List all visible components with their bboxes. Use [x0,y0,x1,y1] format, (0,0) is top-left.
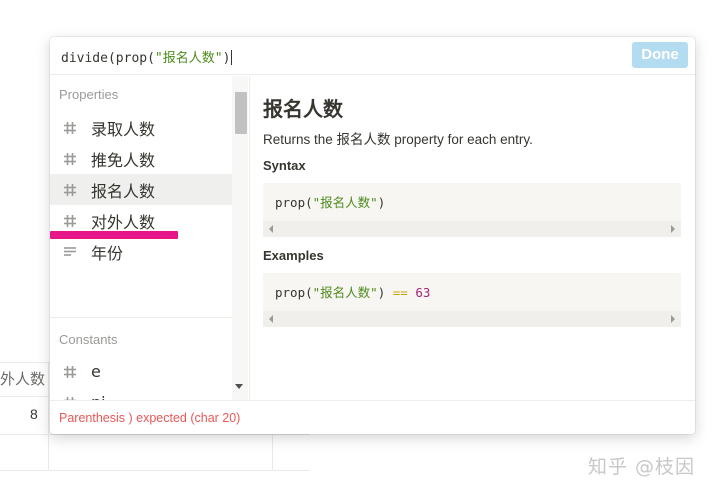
formula-suffix: ) [222,51,231,66]
properties-section-title: Properties [59,87,119,102]
formula-prefix: divide(prop( [61,51,155,66]
number-hash-icon [63,214,77,228]
code-close: ) [377,195,386,210]
formula-bar: divide(prop("报名人数") Done [50,37,695,75]
code-number: 63 [415,285,431,300]
code-fn: prop( [275,285,313,300]
constant-item[interactable]: e [50,356,232,387]
section-divider [50,317,232,318]
table-header-cell: 外人数 [0,371,46,388]
code-string: "报名人数" [312,195,378,210]
table-border-row [0,434,310,435]
number-hash-icon [63,121,77,135]
table-column-divider [48,362,49,470]
example-code: prop("报名人数") == 63 [275,282,430,301]
scroll-left-arrow-icon[interactable] [269,315,273,323]
formula-input[interactable]: divide(prop("报名人数") [61,47,233,66]
number-hash-icon [63,183,77,197]
code-string: "报名人数" [312,285,378,300]
function-list-pane[interactable]: Properties 录取人数 推免人数 报名人数 对外人数 年份 Consta… [50,76,250,400]
doc-description: Returns the 报名人数 property for each entry… [263,132,533,147]
property-item[interactable]: 录取人数 [50,112,232,143]
scroll-right-arrow-icon[interactable] [671,315,675,323]
documentation-pane: 报名人数 Returns the 报名人数 property for each … [250,76,695,400]
code-horizontal-scrollbar[interactable] [263,311,681,327]
done-button[interactable]: Done [632,42,688,68]
formula-string-arg: "报名人数" [154,51,223,66]
example-code-block: prop("报名人数") == 63 [263,273,681,327]
constant-item[interactable]: pi [50,387,232,400]
syntax-code: prop("报名人数") [275,192,385,211]
scroll-left-arrow-icon[interactable] [269,225,273,233]
formula-editor-popup: divide(prop("报名人数") Done Properties 录取人数… [50,37,695,434]
property-label: 报名人数 [91,181,156,201]
error-message: Parenthesis ) expected (char 20) [59,411,241,425]
property-item[interactable]: 年份 [50,236,232,267]
property-item[interactable]: 对外人数 [50,205,232,236]
constant-label: pi [91,393,106,400]
code-operator: == [392,285,408,300]
number-hash-icon [63,152,77,166]
property-label: 年份 [91,243,124,263]
property-label: 录取人数 [91,119,156,139]
watermark: 知乎 @枝因 [588,456,696,478]
syntax-heading: Syntax [263,158,306,173]
number-hash-icon [63,365,77,379]
scrollbar-thumb[interactable] [235,92,247,134]
examples-heading: Examples [263,248,324,263]
code-horizontal-scrollbar[interactable] [263,221,681,237]
table-cell-value[interactable]: 8 [30,406,38,422]
constants-section-title: Constants [59,332,118,347]
property-item-selected[interactable]: 报名人数 [50,174,232,205]
scroll-right-arrow-icon[interactable] [671,225,675,233]
syntax-code-block: prop("报名人数") [263,183,681,237]
code-fn: prop( [275,195,313,210]
error-footer: Parenthesis ) expected (char 20) [50,400,695,434]
property-item[interactable]: 推免人数 [50,143,232,174]
constant-label: e [91,362,101,381]
code-close: ) [377,285,386,300]
property-label: 对外人数 [91,212,156,232]
list-scrollbar[interactable] [232,76,248,400]
text-caret [231,50,233,65]
property-label: 推免人数 [91,150,156,170]
scroll-down-arrow-icon[interactable] [235,384,243,389]
text-lines-icon [63,245,77,259]
doc-title: 报名人数 [263,97,343,121]
table-border-bottom [0,470,310,471]
